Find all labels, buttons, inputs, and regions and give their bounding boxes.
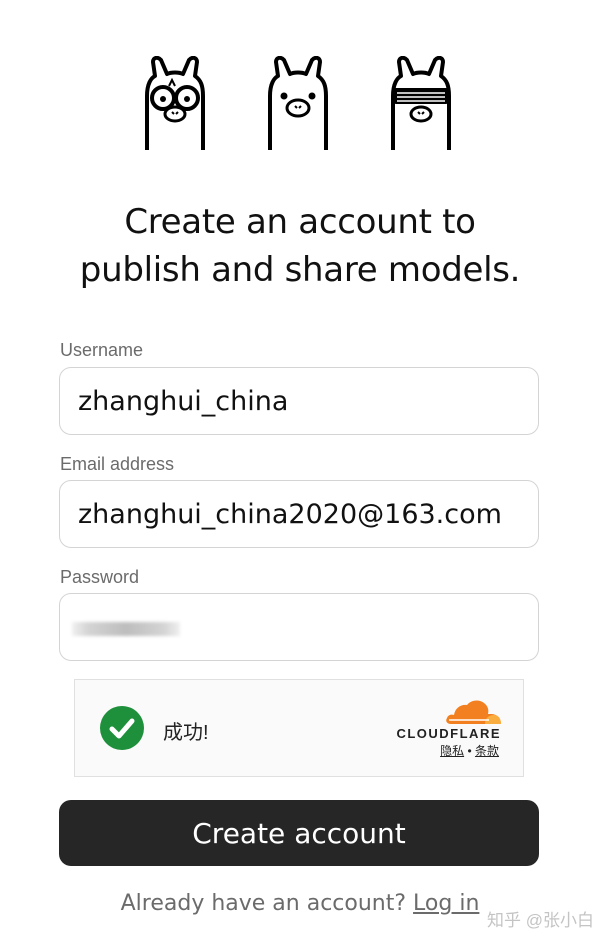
cloudflare-cloud-icon (446, 700, 501, 724)
mascot-row (0, 56, 610, 152)
llama-glasses-icon (145, 56, 205, 150)
title-line-1: Create an account to (124, 202, 476, 242)
llama-sunglasses-icon (391, 56, 451, 150)
username-field[interactable]: zhanghui_china (59, 367, 539, 435)
login-link[interactable]: Log in (413, 891, 479, 916)
cloudflare-brand: CLOUDFLARE (396, 726, 501, 741)
email-value: zhanghui_china2020@163.com (78, 498, 502, 530)
email-field[interactable]: zhanghui_china2020@163.com (59, 480, 539, 548)
title-line-2: publish and share models. (79, 250, 521, 290)
captcha-links: 隐私 • 条款 (440, 742, 499, 759)
username-value: zhanghui_china (78, 385, 289, 417)
email-label: Email address (60, 454, 175, 474)
watermark: 知乎 @张小白 (487, 911, 594, 930)
username-label: Username (60, 340, 144, 360)
password-redaction (72, 622, 180, 636)
create-account-button[interactable]: Create account (59, 800, 539, 866)
login-prompt-text: Already have an account? (120, 891, 407, 916)
llama-icon (268, 56, 328, 150)
success-check-icon (100, 706, 144, 750)
page-title: Create an account to publish and share m… (0, 198, 600, 294)
links-separator: • (467, 744, 472, 758)
cloudflare-captcha[interactable]: 成功! CLOUDFLARE 隐私 • 条款 (74, 679, 524, 777)
terms-link[interactable]: 条款 (475, 744, 499, 758)
captcha-status: 成功! (163, 722, 209, 744)
password-label: Password (60, 567, 140, 587)
privacy-link[interactable]: 隐私 (440, 744, 464, 758)
